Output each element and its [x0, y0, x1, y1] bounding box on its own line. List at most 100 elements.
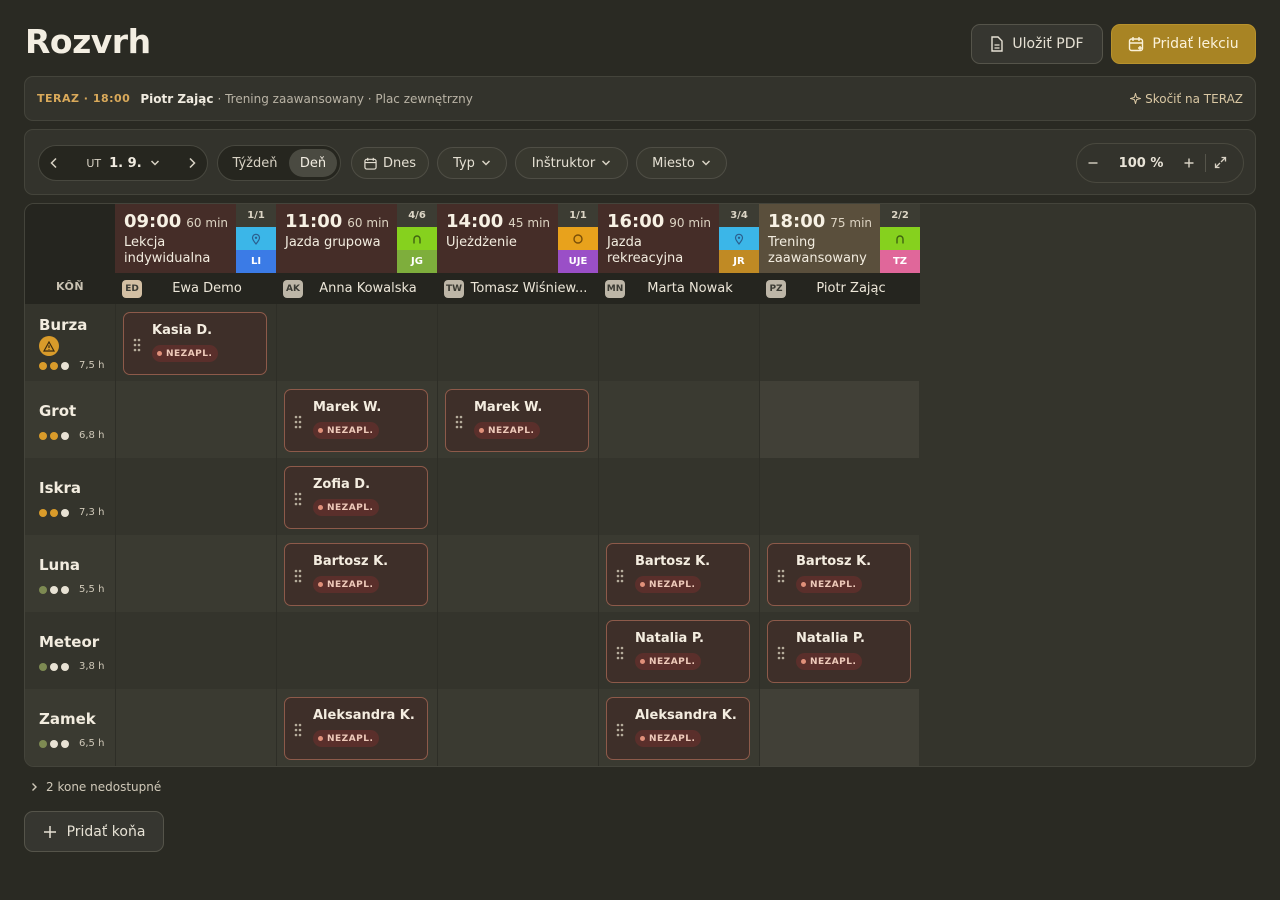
status-dot [801, 582, 806, 587]
view-day-tab[interactable]: Deň [289, 149, 337, 177]
booking-card[interactable]: Bartosz K. NEZAPL. [606, 543, 750, 606]
type-filter[interactable]: Typ [437, 147, 507, 179]
workload-indicator: 7,5 h [39, 360, 104, 371]
today-label: Dnes [382, 155, 417, 171]
date-picker[interactable]: UT 1. 9. [86, 156, 159, 171]
workload-indicator: 6,8 h [39, 430, 104, 441]
horse-name[interactable]: Meteor [39, 633, 99, 651]
unavailable-horses-toggle[interactable]: 2 kone nedostupné [31, 780, 161, 794]
cell-divider [115, 535, 116, 612]
cell-divider [759, 381, 760, 458]
lesson-time-row: 18:00 75 min [768, 211, 880, 232]
cell-divider [598, 458, 599, 535]
booking-card[interactable]: Marek W. NEZAPL. [445, 389, 589, 452]
add-horse-label: Pridať koňa [66, 823, 146, 840]
drag-handle-icon[interactable] [133, 337, 141, 356]
rider-name: Natalia P. [635, 631, 704, 646]
chevron-left-icon[interactable] [49, 154, 59, 173]
drag-handle-icon[interactable] [777, 568, 785, 587]
horse-name[interactable]: Zamek [39, 710, 96, 728]
document-icon [991, 36, 1004, 52]
today-button[interactable]: Dnes [351, 147, 429, 179]
chevron-right-icon[interactable] [187, 154, 197, 173]
drag-handle-icon[interactable] [616, 568, 624, 587]
chevron-down-icon [481, 160, 490, 166]
drag-handle-icon[interactable] [294, 414, 302, 433]
drag-handle-icon[interactable] [777, 645, 785, 664]
horse-name[interactable]: Luna [39, 556, 80, 574]
lesson-header: 16:00 90 min Jazda rekreacyjna [598, 204, 719, 273]
drag-handle-icon[interactable] [294, 722, 302, 741]
booking-card[interactable]: Natalia P. NEZAPL. [767, 620, 911, 683]
horse-name[interactable]: Grot [39, 402, 76, 420]
booking-card[interactable]: Kasia D. NEZAPL. [123, 312, 267, 375]
booking-card[interactable]: Bartosz K. NEZAPL. [767, 543, 911, 606]
lesson-meta: 3/4 JR [719, 204, 759, 273]
cell-divider [437, 535, 438, 612]
view-week-tab[interactable]: Týždeň [221, 149, 289, 177]
drag-handle-icon[interactable] [294, 491, 302, 510]
cell-divider [598, 381, 599, 458]
drag-handle-icon[interactable] [616, 722, 624, 741]
unpaid-badge: NEZAPL. [313, 730, 380, 747]
save-pdf-button[interactable]: Uložiť PDF [971, 24, 1103, 64]
horse-hours: 7,3 h [79, 507, 105, 518]
page-title: Rozvrh [25, 22, 151, 61]
avatar: PZ [766, 279, 786, 298]
drag-handle-icon[interactable] [455, 414, 463, 433]
status-dot [318, 736, 323, 741]
booking-card[interactable]: Aleksandra K. NEZAPL. [606, 697, 750, 760]
lesson-type-code: JR [719, 250, 759, 273]
sparkle-icon [1130, 93, 1142, 104]
lesson-capacity: 4/6 [397, 204, 437, 227]
cell-divider [598, 535, 599, 612]
lesson-time-row: 16:00 90 min [607, 211, 719, 232]
level-dot [61, 739, 69, 748]
instructor-cell[interactable]: AK Anna Kowalska [276, 273, 437, 304]
horse-hours: 6,8 h [79, 430, 105, 441]
booking-card[interactable]: Bartosz K. NEZAPL. [284, 543, 428, 606]
instructor-name: Anna Kowalska [319, 281, 417, 296]
lesson-meta: 4/6 JG [397, 204, 437, 273]
now-column-highlight [759, 381, 919, 458]
horse-name[interactable]: Iskra [39, 479, 81, 497]
zoom-in-icon[interactable] [1183, 154, 1195, 173]
level-dot [39, 662, 47, 671]
instructor-cell[interactable]: TW Tomasz Wiśniew... [437, 273, 598, 304]
add-horse-button[interactable]: Pridať koňa [24, 811, 164, 852]
booking-card[interactable]: Natalia P. NEZAPL. [606, 620, 750, 683]
instructor-name: Tomasz Wiśniew... [470, 281, 588, 296]
booking-card[interactable]: Zofia D. NEZAPL. [284, 466, 428, 529]
fullscreen-icon[interactable] [1214, 154, 1227, 173]
lesson-column-header[interactable]: 09:00 60 min Lekcja indywidualna 1/1 LI ED Ewa… [115, 204, 276, 304]
jump-to-now-link[interactable]: Skočiť na TERAZ [1130, 92, 1243, 106]
place-filter[interactable]: Miesto [636, 147, 727, 179]
drag-handle-icon[interactable] [294, 568, 302, 587]
lesson-time: 18:00 [768, 211, 826, 232]
status-dot [640, 659, 645, 664]
rider-name: Bartosz K. [635, 554, 711, 569]
status-dot [801, 659, 806, 664]
level-dot [61, 431, 69, 440]
zoom-out-icon[interactable] [1087, 154, 1099, 173]
lesson-column-header[interactable]: 14:00 45 min Ujeżdżenie 1/1 UJE TW Tomasz Wiśn… [437, 204, 598, 304]
drag-handle-icon[interactable] [616, 645, 624, 664]
instructor-cell[interactable]: MN Marta Nowak [598, 273, 759, 304]
add-lesson-button[interactable]: Pridať lekciu [1111, 24, 1256, 64]
lesson-column-header[interactable]: 18:00 75 min Trening zaawansowany 2/2 TZ PZ Pi… [759, 204, 920, 304]
rider-name: Zofia D. [313, 477, 371, 492]
instructor-filter[interactable]: Inštruktor [515, 147, 628, 179]
lesson-column-header[interactable]: 16:00 90 min Jazda rekreacyjna 3/4 JR MN Marta… [598, 204, 759, 304]
instructor-cell[interactable]: ED Ewa Demo [115, 273, 276, 304]
avatar: AK [283, 279, 303, 298]
lesson-column-header[interactable]: 11:00 60 min Jazda grupowa 4/6 JG AK Anna Kowa… [276, 204, 437, 304]
level-dot [39, 508, 47, 517]
level-dot [50, 739, 58, 748]
unpaid-badge: NEZAPL. [474, 422, 541, 439]
booking-card[interactable]: Aleksandra K. NEZAPL. [284, 697, 428, 760]
instructor-cell[interactable]: PZ Piotr Zając [759, 273, 920, 304]
rider-name: Natalia P. [796, 631, 865, 646]
divider [1205, 154, 1206, 172]
booking-card[interactable]: Marek W. NEZAPL. [284, 389, 428, 452]
horse-name[interactable]: Burza [39, 316, 87, 334]
